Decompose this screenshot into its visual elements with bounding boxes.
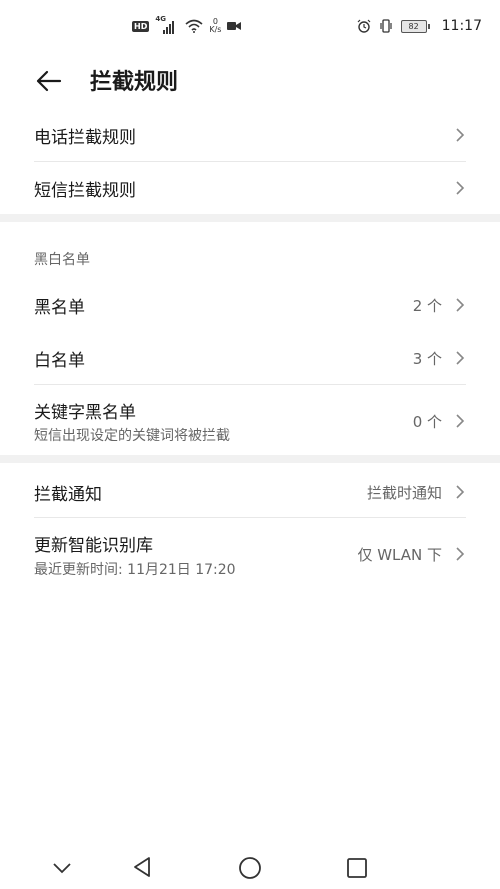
hd-icon: HD <box>132 20 150 32</box>
app-header: 拦截规则 <box>0 60 500 100</box>
keyword-blacklist-desc: 短信出现设定的关键词将被拦截 <box>34 428 230 444</box>
section-gap <box>0 455 500 463</box>
keyword-blacklist-count: 0 个 <box>412 413 442 431</box>
sms-rules-row[interactable]: 短信拦截规则 <box>0 162 500 214</box>
blacklist-label: 黑名单 <box>34 298 85 318</box>
section-title: 黑白名单 <box>34 252 90 268</box>
chevron-right-icon <box>456 485 465 499</box>
back-arrow-icon[interactable] <box>34 66 64 96</box>
battery-level: 82 <box>400 19 427 33</box>
update-library-value: 仅 WLAN 下 <box>357 546 442 564</box>
status-left: HD 4G 0 K/s <box>132 15 242 34</box>
home-circle-icon[interactable] <box>238 856 262 880</box>
update-library-label: 更新智能识别库 <box>34 536 153 556</box>
alarm-icon <box>357 19 371 33</box>
intercept-notify-label: 拦截通知 <box>34 485 102 505</box>
keyword-blacklist-label: 关键字黑名单 <box>34 403 136 423</box>
whitelist-label: 白名单 <box>34 351 85 371</box>
chevron-right-icon <box>456 547 465 561</box>
network-speed: 0 K/s <box>209 17 222 34</box>
signal-icon: 4G <box>155 15 179 34</box>
call-rules-row[interactable]: 电话拦截规则 <box>0 108 500 162</box>
intercept-notify-value: 拦截时通知 <box>366 484 442 502</box>
status-right: 82 11:17 <box>357 18 482 34</box>
whitelist-count: 3 个 <box>412 350 442 368</box>
battery-icon: 82 <box>400 19 430 33</box>
clock: 11:17 <box>441 18 482 34</box>
page-title: 拦截规则 <box>90 70 179 95</box>
call-rules-label: 电话拦截规则 <box>34 128 136 148</box>
chevron-right-icon <box>456 128 465 142</box>
chevron-right-icon <box>456 298 465 312</box>
chevron-right-icon <box>456 181 465 195</box>
update-library-time: 最近更新时间: 11月21日 17:20 <box>34 562 236 578</box>
whitelist-row[interactable]: 白名单 3 个 <box>0 330 500 384</box>
back-triangle-icon[interactable] <box>132 856 152 878</box>
blacklist-count: 2 个 <box>412 297 442 315</box>
collapse-icon[interactable] <box>52 862 72 874</box>
status-bar: HD 4G 0 K/s 82 11:17 <box>0 0 500 60</box>
blacklist-row[interactable]: 黑名单 2 个 <box>0 278 500 330</box>
sms-rules-label: 短信拦截规则 <box>34 181 136 201</box>
vibrate-icon <box>380 19 392 33</box>
chevron-right-icon <box>456 351 465 365</box>
update-library-row[interactable]: 更新智能识别库 最近更新时间: 11月21日 17:20 仅 WLAN 下 <box>0 518 500 588</box>
chevron-right-icon <box>456 414 465 428</box>
video-camera-icon <box>227 22 242 30</box>
intercept-notify-row[interactable]: 拦截通知 拦截时通知 <box>0 463 500 518</box>
wifi-icon <box>185 19 203 33</box>
keyword-blacklist-row[interactable]: 关键字黑名单 短信出现设定的关键词将被拦截 0 个 <box>0 385 500 455</box>
system-nav-bar <box>0 830 500 889</box>
section-gap <box>0 214 500 222</box>
recents-square-icon[interactable] <box>346 857 368 879</box>
